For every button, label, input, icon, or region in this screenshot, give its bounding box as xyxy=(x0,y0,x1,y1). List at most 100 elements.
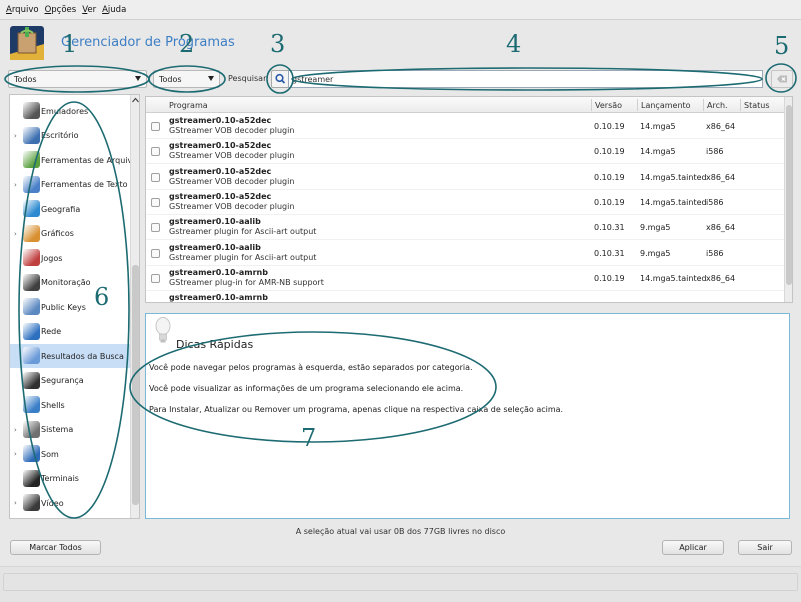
table-row[interactable]: gstreamer0.10-a52dec GStreamer VOB decode… xyxy=(146,165,784,190)
package-checkbox[interactable] xyxy=(151,172,160,182)
package-version: 0.10.19 xyxy=(594,147,625,157)
clear-icon xyxy=(777,75,787,83)
package-release: 9.mga5 xyxy=(640,223,671,233)
table-row[interactable]: gstreamer0.10-a52dec GStreamer VOB decode… xyxy=(146,114,784,139)
sidebar-item[interactable]: › Escritório xyxy=(10,124,130,148)
expand-arrow-icon[interactable]: › xyxy=(14,132,17,140)
sidebar-item[interactable]: › Som xyxy=(10,442,130,466)
category-icon xyxy=(23,445,40,462)
category-icon xyxy=(23,151,40,168)
package-description: GStreamer plug-in for AMR-NB support xyxy=(169,277,324,287)
category-icon xyxy=(23,469,40,487)
sidebar-item[interactable]: Emuladores xyxy=(10,99,130,123)
expand-arrow-icon[interactable]: › xyxy=(14,181,17,189)
sidebar-item[interactable]: Monitoração xyxy=(10,271,130,295)
menu-arquivo[interactable]: Arquivo xyxy=(6,5,39,15)
package-name: gstreamer0.10-a52dec xyxy=(169,141,272,151)
menu-bar: Arquivo Opções Ver Ajuda xyxy=(0,0,801,20)
table-header: Programa Versão Lançamento Arch. Status xyxy=(146,97,784,113)
sidebar-item-label: Sistema xyxy=(41,425,74,434)
scroll-up-icon[interactable] xyxy=(131,96,140,104)
package-checkbox[interactable] xyxy=(151,147,160,157)
sidebar-item[interactable]: › Sistema xyxy=(10,418,130,442)
sidebar-item[interactable]: Shells xyxy=(10,393,130,417)
search-input[interactable]: gstreamer xyxy=(288,70,763,88)
sidebar-item-label: Ferramentas de Arquivo xyxy=(41,155,138,165)
package-release: 14.mga5.tainted xyxy=(640,172,707,182)
menu-opcoes[interactable]: Opções xyxy=(45,5,77,15)
table-scroll-thumb[interactable] xyxy=(786,105,792,285)
table-row[interactable]: gstreamer0.10-a52dec GStreamer VOB decode… xyxy=(146,139,784,165)
sidebar-item[interactable]: Rede xyxy=(10,320,130,344)
sidebar-item[interactable]: Geografia xyxy=(10,197,130,221)
package-description: GStreamer VOB decoder plugin xyxy=(169,176,295,186)
menu-ver[interactable]: Ver xyxy=(82,5,96,15)
apply-button[interactable]: Aplicar xyxy=(662,540,724,555)
package-name: gstreamer0.10-a52dec xyxy=(169,191,272,201)
category-icon xyxy=(23,200,40,217)
category-list[interactable]: Emuladores › Escritório Ferramentas de Arqu… xyxy=(9,94,140,519)
package-checkbox[interactable] xyxy=(151,273,160,283)
quit-button[interactable]: Sair xyxy=(738,540,792,555)
col-header-version[interactable]: Versão xyxy=(595,101,622,110)
sidebar-item-label: Jogos xyxy=(41,253,63,263)
col-header-program[interactable]: Programa xyxy=(169,101,208,110)
lightbulb-icon xyxy=(155,317,171,343)
expand-arrow-icon[interactable]: › xyxy=(14,230,17,238)
sidebar-item[interactable]: Public Keys xyxy=(10,295,130,319)
table-row[interactable]: gstreamer0.10-aalib Gstreamer plugin for … xyxy=(146,241,784,266)
table-row[interactable]: gstreamer0.10-a52dec GStreamer VOB decode… xyxy=(146,190,784,215)
sidebar-item[interactable]: › Gráficos xyxy=(10,222,130,246)
col-header-arch[interactable]: Arch. xyxy=(707,101,728,110)
package-version: 0.10.19 xyxy=(594,172,625,182)
package-description: GStreamer VOB decoder plugin xyxy=(169,201,295,211)
status-filter-select[interactable]: Todos xyxy=(153,70,220,88)
info-panel: Dicas Rápidas Você pode navegar pelos pr… xyxy=(145,313,790,519)
table-row[interactable]: gstreamer0.10-amrnb xyxy=(146,291,784,302)
sidebar-item-label: Vídeo xyxy=(41,498,64,508)
package-arch: x86_64 xyxy=(706,172,736,182)
sidebar-item[interactable]: Resultados da Busca xyxy=(10,344,130,368)
sidebar-item[interactable]: Terminais xyxy=(10,467,130,491)
sidebar-item[interactable]: › Vídeo xyxy=(10,491,130,515)
package-version: 0.10.31 xyxy=(594,248,625,258)
category-scroll-thumb[interactable] xyxy=(132,265,139,505)
package-arch: x86_64 xyxy=(706,122,736,131)
package-arch: x86_64 xyxy=(706,273,736,283)
sidebar-item-label: Gráficos xyxy=(41,229,74,238)
category-scrollbar[interactable] xyxy=(130,95,140,518)
clear-search-button[interactable] xyxy=(771,70,793,88)
annotation-number: 7 xyxy=(301,424,317,452)
sidebar-item-label: Terminais xyxy=(41,474,79,483)
expand-arrow-icon[interactable]: › xyxy=(14,499,17,507)
category-icon xyxy=(23,273,40,291)
category-filter-select[interactable]: Todos xyxy=(8,70,147,88)
sidebar-item-label: Segurança xyxy=(41,376,84,385)
category-icon xyxy=(23,175,40,193)
package-description: GStreamer VOB decoder plugin xyxy=(169,151,295,161)
status-bar xyxy=(0,566,801,602)
col-header-status[interactable]: Status xyxy=(744,101,770,110)
sidebar-item[interactable]: Segurança xyxy=(10,369,130,393)
sidebar-item-label: Monitoração xyxy=(41,278,91,287)
expand-arrow-icon[interactable]: › xyxy=(14,426,17,434)
package-checkbox[interactable] xyxy=(151,197,160,207)
sidebar-item[interactable]: › Ferramentas de Texto xyxy=(10,173,130,197)
package-checkbox[interactable] xyxy=(151,122,160,131)
sidebar-item-label: Emuladores xyxy=(41,106,89,116)
table-scrollbar[interactable] xyxy=(784,97,792,302)
table-row[interactable]: gstreamer0.10-aalib Gstreamer plugin for … xyxy=(146,215,784,241)
expand-arrow-icon[interactable]: › xyxy=(14,450,17,458)
annotation-number: 6 xyxy=(94,283,110,311)
category-icon xyxy=(23,102,40,119)
package-checkbox[interactable] xyxy=(151,223,160,233)
col-header-release[interactable]: Lançamento xyxy=(641,101,691,110)
sidebar-item-label: Public Keys xyxy=(41,302,86,312)
select-all-button[interactable]: Marcar Todos xyxy=(10,540,101,555)
sidebar-item[interactable]: Ferramentas de Arquivo xyxy=(10,148,137,172)
menu-ajuda[interactable]: Ajuda xyxy=(102,5,126,15)
annotation-number: 3 xyxy=(270,30,286,58)
table-row[interactable]: gstreamer0.10-amrnb GStreamer plug-in for… xyxy=(146,266,784,291)
package-checkbox[interactable] xyxy=(151,248,160,258)
sidebar-item[interactable]: Jogos xyxy=(10,246,130,270)
